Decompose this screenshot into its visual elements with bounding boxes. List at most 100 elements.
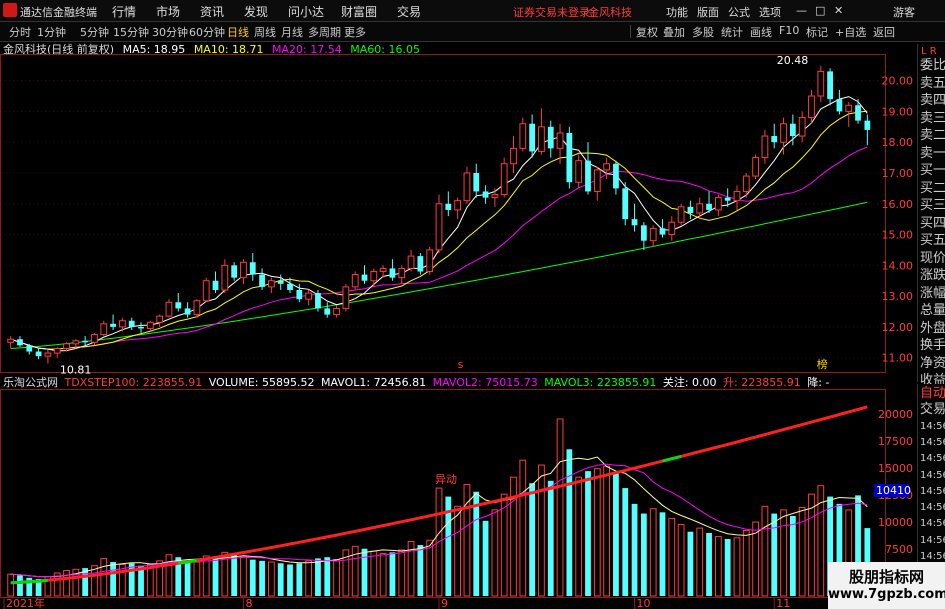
candle-body-down [315,293,321,309]
volume-bar-up [808,493,815,597]
quote-field-label: 外盘 [920,320,945,336]
volume-bar-up [370,550,378,597]
volume-bar-up [7,573,15,597]
volume-bar-down [389,552,396,596]
candle-body-up [491,194,499,199]
volume-bar-down [640,513,647,596]
date-tick-label: 11 [776,597,790,609]
price-tick-label: 20.00 [882,75,914,88]
volume-bar-down [324,557,331,596]
volume-bar-down [315,558,321,596]
volume-bar-down [128,563,135,596]
candle-body-up [119,320,126,328]
candle-body-up [268,280,275,288]
candle-body-down [659,228,666,235]
volume-bar-up [603,465,610,597]
price-tick-label: 14.00 [882,259,914,272]
quote-field-label: 买五 [920,233,945,248]
tick-time: 14:56 [920,436,945,448]
candle-body-down [296,289,303,300]
candle-body-up [649,227,657,242]
candle-body-up [72,340,80,345]
candle-body-up [202,280,210,302]
s-marker: s [458,358,464,371]
high-price-label: 20.48 [777,54,809,67]
trade-panel-label[interactable]: 自动 [920,386,945,401]
quote-field-label: 现价 [920,250,945,266]
date-tick-label: 10 [637,597,651,609]
volume-bar-down [789,515,796,596]
volume-bar-down [231,554,238,596]
watermark: 股朋指标网 www.7gpzb.com [828,562,945,609]
candle-body-up [240,261,247,279]
volume-tick-label: 15000 [878,462,913,475]
trade-panel-label: 交易 [920,402,945,418]
volume-bar-up [100,557,108,597]
candle-body-up [193,300,201,316]
date-tick-label: 9 [441,597,448,609]
candle-body-down [724,197,731,201]
volume-bar-up [556,418,564,597]
candle-body-down [482,191,489,198]
candle-body-down [687,206,694,213]
quote-field-label: 总量 [920,303,945,318]
price-tick-label: 19.00 [882,105,914,118]
volume-bar-down [585,471,591,596]
tick-time: 14:56 [920,502,945,514]
tdxstep-flat-segment [10,578,49,585]
abnormal-annotation: 异动 [435,473,457,486]
volume-bar-up [668,517,676,597]
candle-body-down [547,126,554,149]
quote-field-label: 涨跌 [920,268,945,283]
candle-body-up [305,292,313,300]
candle-body-up [351,274,359,288]
candle-body-down [138,326,144,329]
quote-field-label: 卖三 [920,110,945,126]
candle-body-down [212,280,219,290]
volume-bar-down [287,564,293,596]
volume-bar-down [547,480,554,596]
tick-time: 14:56 [920,485,945,497]
volume-bar-down [529,483,536,596]
kline-chart[interactable]: 20.00 19.00 18.00 17.00 16.00 15.00 14.00 13.00… [0,0,945,609]
volume-bar-down [724,539,731,596]
candle-body-up [333,307,340,316]
candle-body-down [389,268,396,278]
price-tick-label: 16.00 [882,198,914,211]
quote-field-label: 卖五 [920,75,945,91]
candle-body-down [855,105,861,121]
volume-bar-up [333,559,340,597]
watermark-title: 股朋指标网 [848,568,924,586]
candle-body-up [696,203,704,214]
volume-bar-up [519,459,527,597]
candle-body-up [752,157,759,177]
candle-body-up [668,221,676,236]
candle-body-down [566,132,573,183]
candle-body-up [761,135,769,159]
panel-badge: L R [921,46,937,57]
candle-body-up [53,347,61,354]
volume-bar-down [212,558,219,596]
candle-body-up [593,169,601,192]
candle-body-up [808,95,815,119]
main-grid [1,80,885,359]
trade-panel: 自动交易 14:56 14:56 14:56 14:56 14:56 14:56 14:56 1… [917,384,945,564]
candle-body-down [231,265,238,278]
volume-bar-up [398,549,406,597]
quote-field-label: 卖一 [920,145,945,161]
candle-body-down [82,340,89,343]
candle-body-down [836,99,843,112]
candle-body-up [63,343,70,349]
candle-body-up [845,104,853,112]
candle-body-up [379,267,387,272]
candle-body-up [714,197,722,211]
candle-body-down [585,160,591,192]
volume-bar-up [510,476,517,597]
quote-field-label: 净资 [920,355,945,371]
candle-body-up [370,270,378,282]
candle-body-down [26,345,33,352]
price-tick-label: 12.00 [882,321,914,334]
tdxstep-flat-segment [662,454,682,463]
volume-bar-down [184,560,191,596]
volume-bar-up [593,468,601,597]
